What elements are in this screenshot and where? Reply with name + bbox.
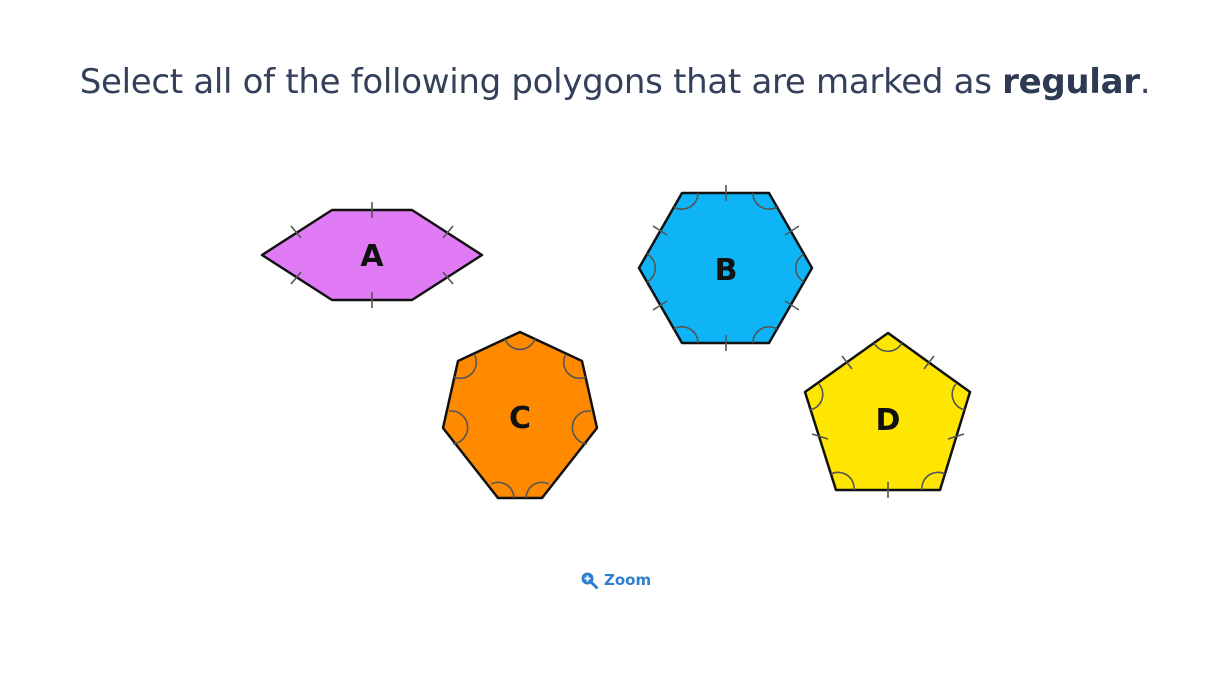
polygon-c[interactable]: C bbox=[441, 330, 599, 500]
zoom-in-icon bbox=[581, 572, 598, 589]
polygon-c-label: C bbox=[509, 401, 531, 436]
zoom-button[interactable]: Zoom bbox=[580, 568, 651, 592]
polygon-b[interactable]: B bbox=[637, 185, 814, 351]
polygon-a[interactable]: A bbox=[260, 202, 484, 308]
polygon-a-label: A bbox=[360, 239, 384, 274]
polygon-b-label: B bbox=[715, 253, 738, 288]
zoom-label: Zoom bbox=[604, 571, 652, 589]
polygon-d[interactable]: D bbox=[803, 331, 972, 498]
polygon-d-label: D bbox=[876, 403, 901, 438]
